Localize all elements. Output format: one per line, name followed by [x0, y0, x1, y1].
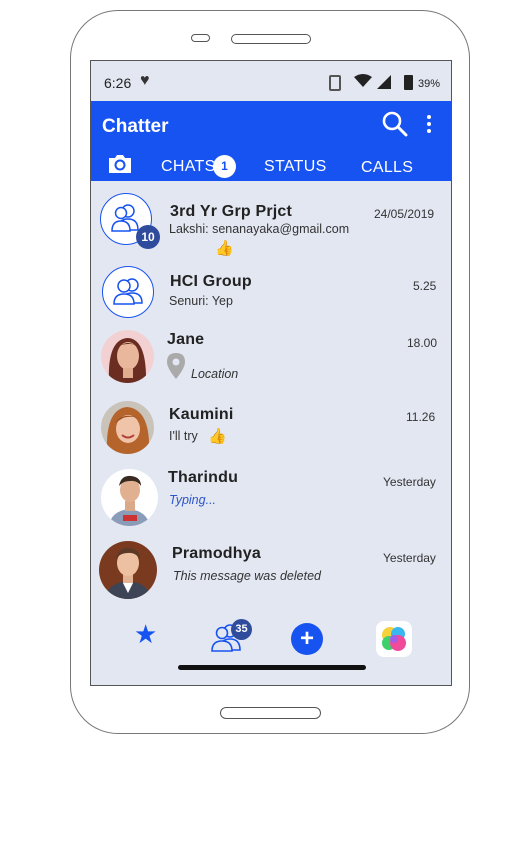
home-button[interactable]	[220, 707, 321, 719]
tab-calls[interactable]: CALLS	[361, 159, 413, 177]
chat-item-3rd-yr-grp-prjct[interactable]: 10 3rd Yr Grp Prjct 24/05/2019 Lakshi: s…	[91, 181, 451, 257]
chat-preview: Typing...	[169, 493, 217, 507]
chat-name: Pramodhya	[172, 545, 261, 562]
avatar	[101, 401, 154, 454]
chat-item-tharindu[interactable]: Tharindu Yesterday Typing...	[91, 457, 451, 527]
chat-preview: I'll try	[169, 429, 198, 443]
chat-time: 11.26	[406, 410, 436, 424]
tab-chats[interactable]: CHATS	[161, 158, 216, 176]
chat-name: Tharindu	[168, 469, 239, 486]
avatar	[101, 330, 154, 383]
chat-time: 24/05/2019	[374, 207, 435, 221]
tab-status[interactable]: STATUS	[264, 158, 327, 176]
chats-unread-badge: 1	[213, 155, 236, 178]
more-options-icon[interactable]	[421, 113, 437, 137]
earpiece-speaker	[231, 34, 311, 44]
chat-time: 5.25	[413, 279, 437, 293]
chat-item-kaumini[interactable]: Kaumini 11.26 I'll try 👍	[91, 391, 451, 457]
chat-name: 3rd Yr Grp Prjct	[170, 203, 293, 220]
chat-preview: Lakshi: senanayaka@gmail.com	[169, 222, 350, 236]
phone-screen: 6:26 ♥ 39% Chatter CHATS 1 STATUS CALLS	[90, 60, 452, 686]
battery-icon	[404, 75, 413, 90]
contacts-badge: 35	[231, 619, 252, 640]
app-title: Chatter	[102, 116, 169, 137]
add-icon[interactable]: +	[291, 623, 323, 655]
chat-item-hci-group[interactable]: HCI Group 5.25 Senuri: Yep	[91, 261, 451, 321]
avatar	[99, 541, 157, 599]
chat-time: 18.00	[407, 336, 438, 350]
front-camera	[191, 34, 210, 42]
thumbs-up-icon: 👍	[215, 240, 234, 257]
location-pin-icon	[167, 353, 185, 379]
thumbs-up-icon: 👍	[208, 428, 227, 445]
chat-name: Jane	[167, 331, 205, 348]
chat-preview: Location	[191, 367, 239, 381]
gesture-bar	[178, 665, 366, 670]
avatar	[101, 469, 158, 526]
chat-item-jane[interactable]: Jane 18.00 Location	[91, 321, 451, 391]
unread-badge: 10	[136, 225, 160, 249]
search-icon[interactable]	[382, 111, 408, 137]
signal-icon	[377, 75, 391, 89]
chat-time: Yesterday	[383, 551, 436, 565]
chat-name: Kaumini	[169, 406, 234, 423]
chat-preview: This message was deleted	[173, 569, 321, 583]
vibrate-icon	[329, 75, 341, 91]
app-bar: Chatter CHATS 1 STATUS CALLS	[91, 101, 451, 181]
battery-percent: 39%	[418, 78, 441, 90]
group-avatar	[102, 266, 154, 318]
group-icon	[113, 278, 143, 305]
bottom-nav: ★ 35 +	[91, 609, 451, 685]
chat-preview: Senuri: Yep	[169, 294, 233, 308]
wifi-icon	[354, 74, 372, 87]
camera-icon[interactable]	[107, 153, 133, 175]
heart-icon: ♥	[140, 72, 150, 89]
star-icon[interactable]: ★	[134, 619, 157, 650]
chat-item-pramodhya[interactable]: Pramodhya Yesterday This message was del…	[91, 527, 451, 607]
status-time: 6:26	[104, 75, 132, 91]
chat-time: Yesterday	[383, 475, 436, 489]
games-icon[interactable]	[376, 621, 412, 657]
chat-name: HCI Group	[170, 273, 252, 290]
status-bar: 6:26 ♥ 39%	[91, 61, 451, 101]
